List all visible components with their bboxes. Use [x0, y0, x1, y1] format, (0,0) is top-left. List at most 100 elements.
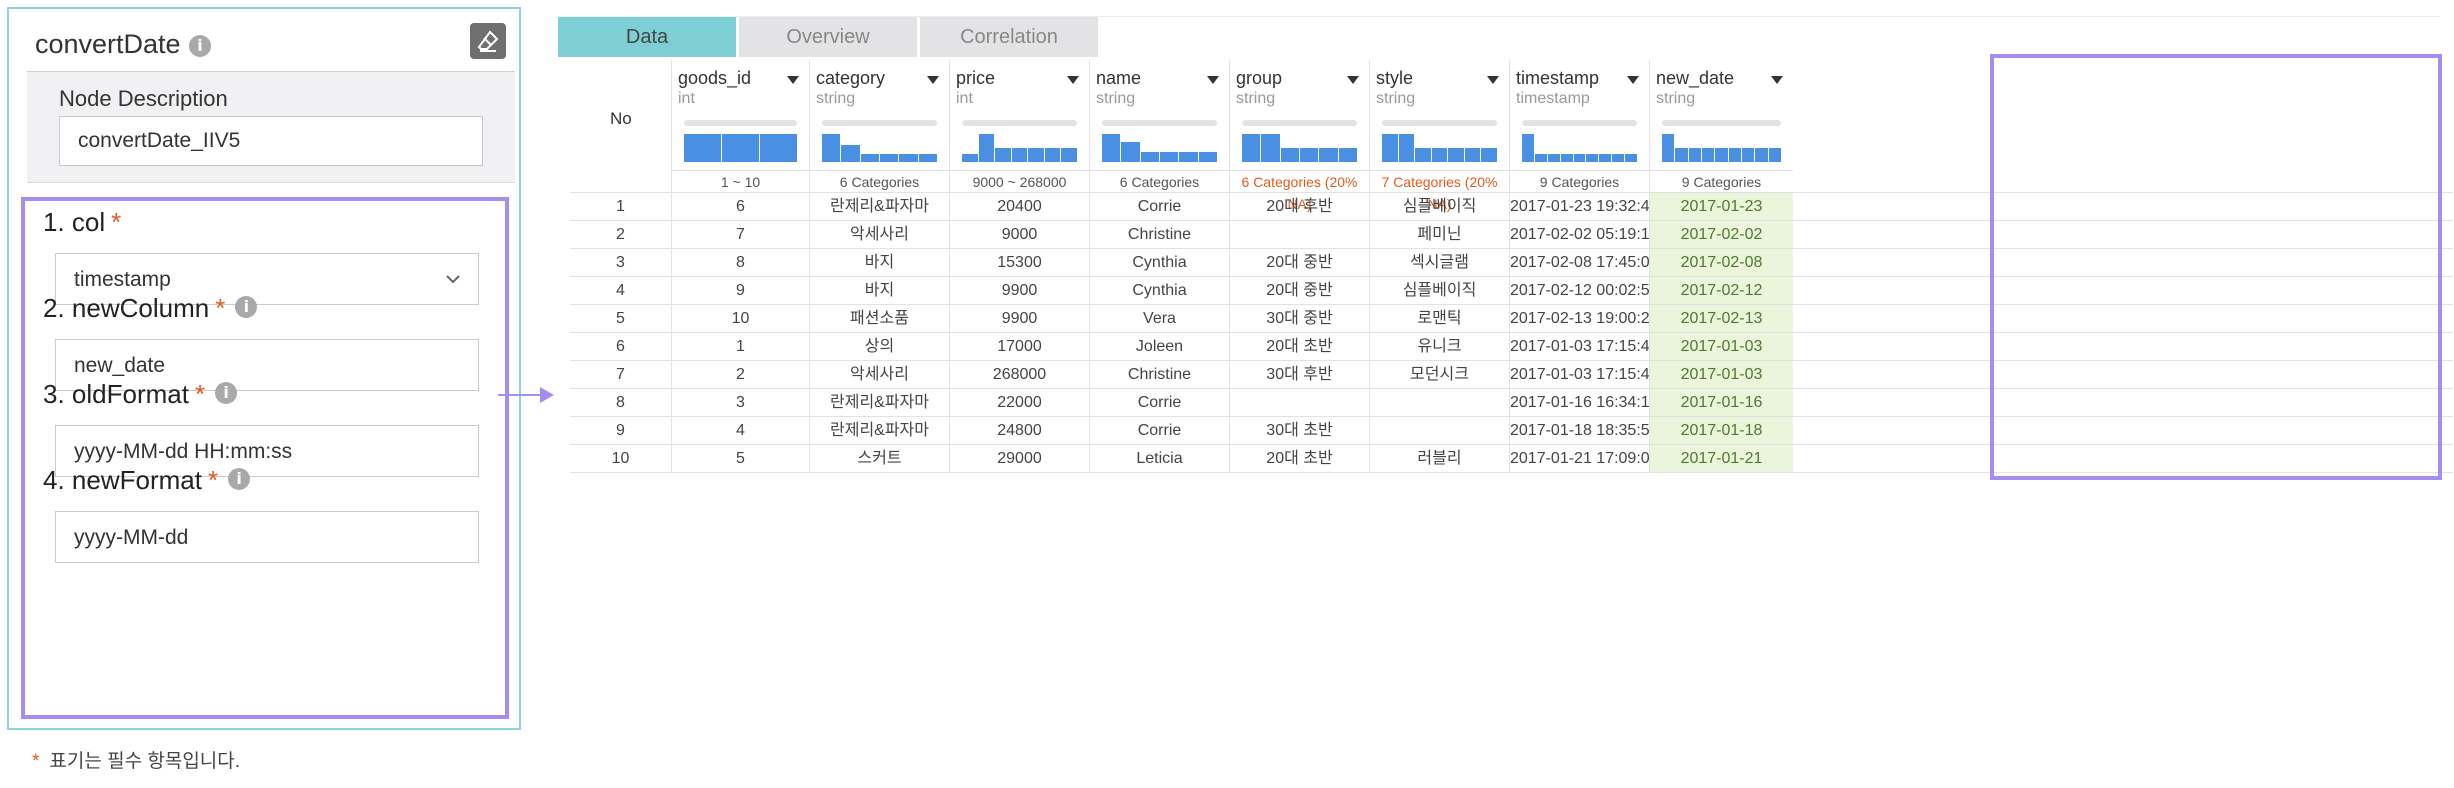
- table-cell: 8: [671, 249, 809, 277]
- column-name: timestamp: [1516, 68, 1600, 88]
- column-type: int: [678, 90, 695, 107]
- new-format-input[interactable]: yyyy-MM-dd: [55, 511, 479, 563]
- column-header-category[interactable]: category string 6 Categories: [809, 60, 949, 192]
- table-cell: [1229, 221, 1369, 249]
- column-header-name[interactable]: name string 6 Categories: [1089, 60, 1229, 192]
- param-label-text: 2. newColumn: [43, 293, 210, 323]
- table-row[interactable]: 8 3란제리&파자마22000Corrie 2017-01-16 16:34:12.…: [570, 388, 2453, 417]
- histogram-bar: [918, 153, 937, 162]
- table-cell: Joleen: [1089, 333, 1229, 361]
- row-number: 9: [616, 422, 625, 439]
- histogram-bar: [880, 153, 899, 162]
- table-cell: 심플베이직: [1369, 277, 1509, 305]
- description-input[interactable]: convertDate_IIV5: [59, 116, 483, 166]
- table-cell: 9900: [949, 305, 1089, 333]
- column-header-group[interactable]: group string 6 Categories (20% NA): [1229, 60, 1369, 212]
- tab-correlation[interactable]: Correlation: [920, 17, 1098, 57]
- table-cell: 9900: [949, 277, 1089, 305]
- table-row[interactable]: 3 8 바지 15300 Cynthia 20대 중반 섹시글램 2017-02-08 17:…: [570, 248, 2453, 277]
- table-row[interactable]: 6 1 상의 17000 Joleen 20대 초반 유니크 2017-01-03 17:15…: [570, 332, 2453, 361]
- table-row[interactable]: 1 6 란제리&파자마 20400 Corrie 20대 후반 심플베이직 2017-01-2…: [570, 192, 2453, 221]
- table-row[interactable]: 5 10 패션소품 9900 Vera 30대 중반 로맨틱 2017-02-13 19:00…: [570, 304, 2453, 333]
- dropdown-caret-icon[interactable]: [787, 76, 799, 84]
- table-cell: Leticia: [1089, 445, 1229, 473]
- table-cell: 29000: [949, 445, 1089, 473]
- dropdown-caret-icon[interactable]: [1627, 76, 1639, 84]
- column-name: category: [816, 68, 886, 88]
- histogram-bar: [1573, 153, 1586, 162]
- table-cell: 2017-01-03: [1649, 361, 1793, 389]
- column-type: timestamp: [1516, 90, 1590, 107]
- table-cell: 17000: [949, 333, 1089, 361]
- table-cell: 패션소품: [809, 305, 949, 333]
- column-header-new-date[interactable]: new_date string 9 Categories: [1649, 60, 1793, 192]
- dropdown-caret-icon[interactable]: [1347, 76, 1359, 84]
- row-number: 5: [616, 310, 625, 327]
- info-icon[interactable]: i: [215, 382, 238, 405]
- param-label-text: 4. newFormat: [43, 465, 202, 495]
- histogram-bar: [1121, 142, 1140, 162]
- table-cell: Cynthia: [1089, 277, 1229, 305]
- table-cell: 2017-02-08: [1649, 249, 1793, 277]
- column-histogram: [1382, 130, 1497, 162]
- eraser-button[interactable]: [470, 23, 506, 59]
- histogram-bar: [1768, 148, 1781, 162]
- histogram-bar: [1728, 148, 1741, 162]
- col-select-value: timestamp: [74, 268, 171, 291]
- row-number-header-label: No: [610, 109, 632, 128]
- dropdown-caret-icon[interactable]: [1487, 76, 1499, 84]
- column-header-goods-id[interactable]: goods_id int 1 ~ 10: [671, 60, 809, 192]
- table-cell: Christine: [1089, 221, 1229, 249]
- table-cell: 로맨틱: [1369, 305, 1509, 333]
- table-cell: 페미닌: [1369, 221, 1509, 249]
- histogram-bar: [1382, 134, 1398, 162]
- table-row[interactable]: 10 5 스커트 29000 Leticia 20대 초반 러블리 2017-01-21 17…: [570, 444, 2453, 473]
- histogram-bar: [1534, 153, 1547, 162]
- histogram-bar: [860, 153, 879, 162]
- param-label-col: 1. col *: [43, 207, 121, 238]
- histogram-bar: [1742, 148, 1755, 162]
- table-row[interactable]: 9 4 란제리&파자마 24800 Corrie 30대 초반 2017-01-18 18:…: [570, 416, 2453, 445]
- info-icon[interactable]: i: [228, 468, 251, 491]
- tab-overview[interactable]: Overview: [739, 17, 917, 57]
- column-header-price[interactable]: price int 9000 ~ 268000: [949, 60, 1089, 192]
- column-histogram: [1242, 130, 1357, 162]
- row-number: 2: [616, 226, 625, 243]
- info-icon[interactable]: i: [189, 35, 211, 57]
- column-range-slider: [684, 120, 797, 126]
- column-name: goods_id: [678, 68, 752, 88]
- table-cell: 2017-01-21 17:09:08.954: [1509, 445, 1649, 473]
- table-bottom-border: [570, 472, 2453, 473]
- column-summary: 6 Categories (20% NA): [1230, 170, 1369, 212]
- table-cell: 30대 중반: [1229, 305, 1369, 333]
- table-cell: 2017-01-03 17:15:47.095: [1509, 333, 1649, 361]
- column-histogram: [1522, 130, 1637, 162]
- table-row[interactable]: 4 9 바지 9900 Cynthia 20대 중반 심플베이직 2017-02-12 00:…: [570, 276, 2453, 305]
- table-cell: 섹시글램: [1369, 249, 1509, 277]
- histogram-bar: [1319, 148, 1338, 162]
- table-cell: 란제리&파자마: [809, 389, 949, 417]
- table-cell: 상의: [809, 333, 949, 361]
- column-header-style[interactable]: style string 7 Categories (20% NA): [1369, 60, 1509, 212]
- dropdown-caret-icon[interactable]: [1771, 76, 1783, 84]
- table-cell: 6: [671, 193, 809, 221]
- dropdown-caret-icon[interactable]: [927, 76, 939, 84]
- column-name: name: [1096, 68, 1142, 88]
- table-cell: 2017-02-13 19:00:24.854: [1509, 305, 1649, 333]
- info-icon[interactable]: i: [235, 296, 258, 319]
- column-range-slider: [1522, 120, 1637, 126]
- histogram-bar: [1547, 153, 1560, 162]
- histogram-bar: [1522, 134, 1534, 162]
- column-summary: 7 Categories (20% NA): [1370, 170, 1509, 212]
- histogram-bar: [1481, 148, 1497, 162]
- column-summary: 9000 ~ 268000: [950, 170, 1089, 193]
- tab-data[interactable]: Data: [558, 17, 736, 57]
- column-header-timestamp[interactable]: timestamp timestamp 9 Categories: [1509, 60, 1649, 192]
- dropdown-caret-icon[interactable]: [1067, 76, 1079, 84]
- table-row[interactable]: 2 7 악세사리 9000 Christine 페미닌 2017-02-02 05:19:1…: [570, 220, 2453, 249]
- table-cell: 러블리: [1369, 445, 1509, 473]
- histogram-bar: [822, 134, 841, 162]
- dropdown-caret-icon[interactable]: [1207, 76, 1219, 84]
- table-row[interactable]: 7 2 악세사리 268000 Christine 30대 후반 모던시크 2017-01-0…: [570, 360, 2453, 389]
- table-cell: Vera: [1089, 305, 1229, 333]
